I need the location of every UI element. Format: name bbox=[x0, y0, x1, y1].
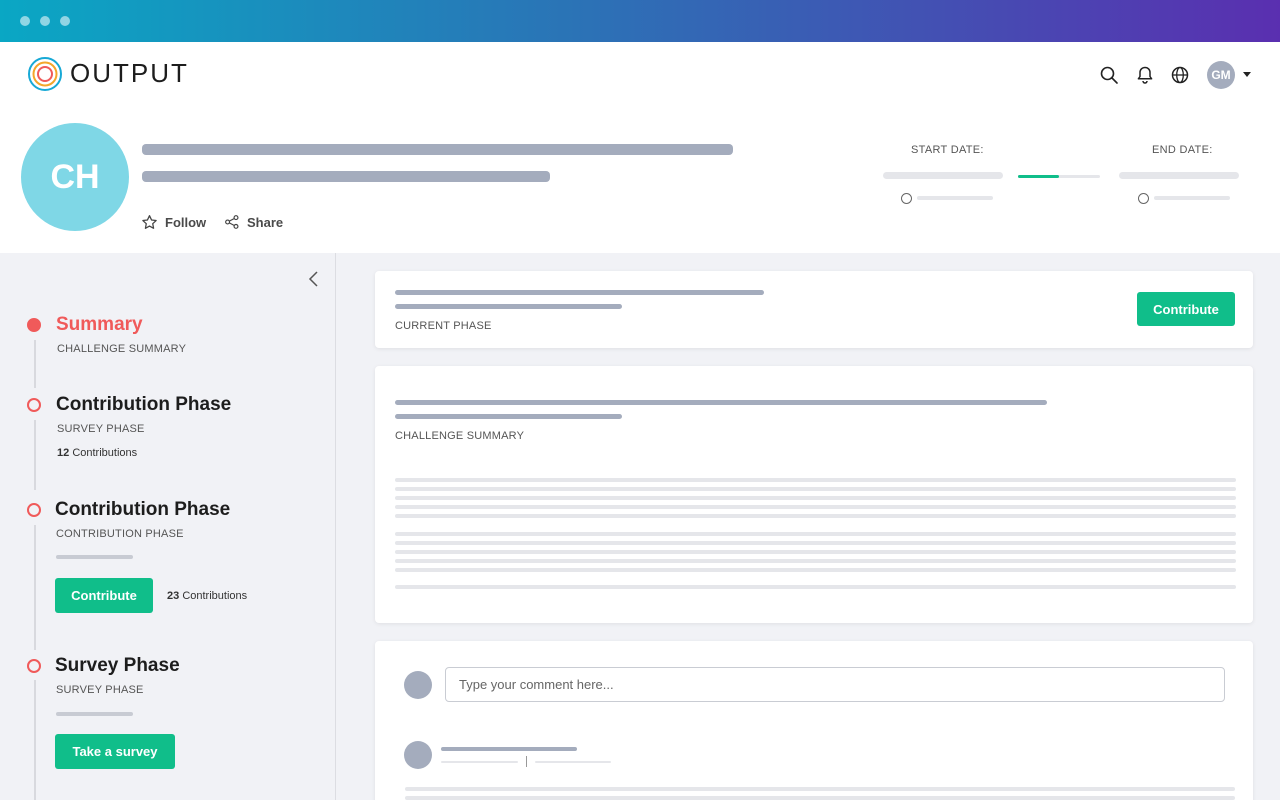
phase-status-dot bbox=[27, 398, 41, 412]
contribution-count-label: Contributions bbox=[72, 447, 138, 459]
timeline-progress-track bbox=[1018, 175, 1100, 178]
phase-sidebar bbox=[0, 253, 336, 800]
phase-subtitle: SURVEY PHASE bbox=[56, 684, 144, 696]
challenge-title-placeholder bbox=[142, 144, 733, 155]
summary-subtitle-placeholder bbox=[395, 414, 622, 419]
summary-line-placeholder bbox=[395, 505, 1236, 509]
current-phase-label: CURRENT PHASE bbox=[395, 320, 492, 332]
timeline-connector bbox=[34, 340, 36, 388]
contribution-count-label: Contributions bbox=[182, 590, 248, 602]
challenge-avatar: CH bbox=[21, 123, 129, 231]
follow-button[interactable]: Follow bbox=[141, 214, 206, 231]
timeline-connector bbox=[34, 420, 36, 490]
phase-desc-placeholder bbox=[395, 304, 622, 309]
user-avatar[interactable]: GM bbox=[1207, 61, 1235, 89]
sidebar-contribute-button[interactable]: Contribute bbox=[55, 578, 153, 613]
challenge-summary-label: CHALLENGE SUMMARY bbox=[395, 430, 525, 442]
phase-progress-placeholder bbox=[56, 712, 133, 716]
search-icon[interactable] bbox=[1099, 65, 1119, 85]
contribution-count: 12 Contributions bbox=[57, 447, 137, 459]
start-date-label: START DATE: bbox=[911, 144, 984, 156]
summary-title-placeholder bbox=[395, 400, 1047, 405]
start-date-value-placeholder bbox=[883, 172, 1003, 179]
phase-title-survey[interactable]: Survey Phase bbox=[55, 655, 180, 677]
end-date-value-placeholder bbox=[1119, 172, 1239, 179]
summary-line-placeholder bbox=[395, 568, 1236, 572]
share-label: Share bbox=[247, 214, 284, 230]
phase-subtitle: CHALLENGE SUMMARY bbox=[57, 343, 187, 355]
user-menu-caret-icon[interactable] bbox=[1243, 72, 1251, 77]
comment-text-placeholder bbox=[405, 796, 1235, 800]
contribute-button[interactable]: Contribute bbox=[1137, 292, 1235, 326]
contribution-count-number: 12 bbox=[57, 447, 70, 459]
contribution-count: 23 Contributions bbox=[167, 590, 247, 602]
window-dot-close[interactable] bbox=[20, 16, 30, 26]
phase-progress-placeholder bbox=[56, 555, 133, 559]
brand-name[interactable]: OUTPUT bbox=[70, 58, 189, 89]
commenter-name-placeholder bbox=[441, 747, 577, 751]
summary-line-placeholder bbox=[395, 487, 1236, 491]
phase-status-dot bbox=[27, 318, 41, 332]
comment-meta-divider bbox=[526, 756, 527, 767]
end-time-placeholder bbox=[1154, 196, 1230, 200]
phase-status-dot bbox=[27, 503, 41, 517]
comment-input[interactable] bbox=[445, 667, 1225, 702]
comment-meta-placeholder bbox=[441, 761, 518, 763]
summary-line-placeholder bbox=[395, 541, 1236, 545]
timeline-connector bbox=[34, 525, 36, 650]
phase-title-summary[interactable]: Summary bbox=[56, 314, 143, 336]
star-icon bbox=[142, 215, 157, 229]
bell-icon[interactable] bbox=[1135, 65, 1155, 85]
window-dot-maximize[interactable] bbox=[60, 16, 70, 26]
phase-name-placeholder bbox=[395, 290, 764, 295]
take-survey-button[interactable]: Take a survey bbox=[55, 734, 175, 769]
timeline-connector bbox=[34, 680, 36, 800]
summary-line-placeholder bbox=[395, 496, 1236, 500]
comment-user-avatar bbox=[404, 671, 432, 699]
collapse-sidebar-chevron-icon[interactable] bbox=[307, 270, 321, 288]
share-icon bbox=[225, 215, 239, 229]
globe-icon[interactable] bbox=[1170, 65, 1190, 85]
end-clock-icon bbox=[1138, 193, 1149, 204]
summary-line-placeholder bbox=[395, 532, 1236, 536]
comment-text-placeholder bbox=[405, 787, 1235, 791]
comment-meta-placeholder bbox=[535, 761, 611, 763]
commenter-avatar bbox=[404, 741, 432, 769]
start-clock-icon bbox=[901, 193, 912, 204]
summary-line-placeholder bbox=[395, 585, 1236, 589]
phase-title-contribution[interactable]: Contribution Phase bbox=[56, 394, 231, 416]
window-titlebar bbox=[0, 0, 1280, 42]
comments-card bbox=[375, 641, 1253, 800]
timeline-progress-fill bbox=[1018, 175, 1059, 178]
summary-line-placeholder bbox=[395, 514, 1236, 518]
summary-line-placeholder bbox=[395, 550, 1236, 554]
window-dot-minimize[interactable] bbox=[40, 16, 50, 26]
contribution-count-number: 23 bbox=[167, 590, 180, 602]
challenge-subtitle-placeholder bbox=[142, 171, 550, 182]
start-time-placeholder bbox=[917, 196, 993, 200]
follow-label: Follow bbox=[165, 215, 207, 230]
end-date-label: END DATE: bbox=[1152, 144, 1213, 156]
current-phase-card bbox=[375, 271, 1253, 348]
summary-line-placeholder bbox=[395, 559, 1236, 563]
phase-title-contribution[interactable]: Contribution Phase bbox=[55, 499, 230, 521]
output-logo-icon[interactable] bbox=[27, 56, 63, 92]
phase-subtitle: SURVEY PHASE bbox=[57, 423, 145, 435]
share-button[interactable]: Share bbox=[224, 214, 283, 230]
phase-status-dot bbox=[27, 659, 41, 673]
phase-subtitle: CONTRIBUTION PHASE bbox=[56, 528, 184, 540]
summary-line-placeholder bbox=[395, 478, 1236, 482]
